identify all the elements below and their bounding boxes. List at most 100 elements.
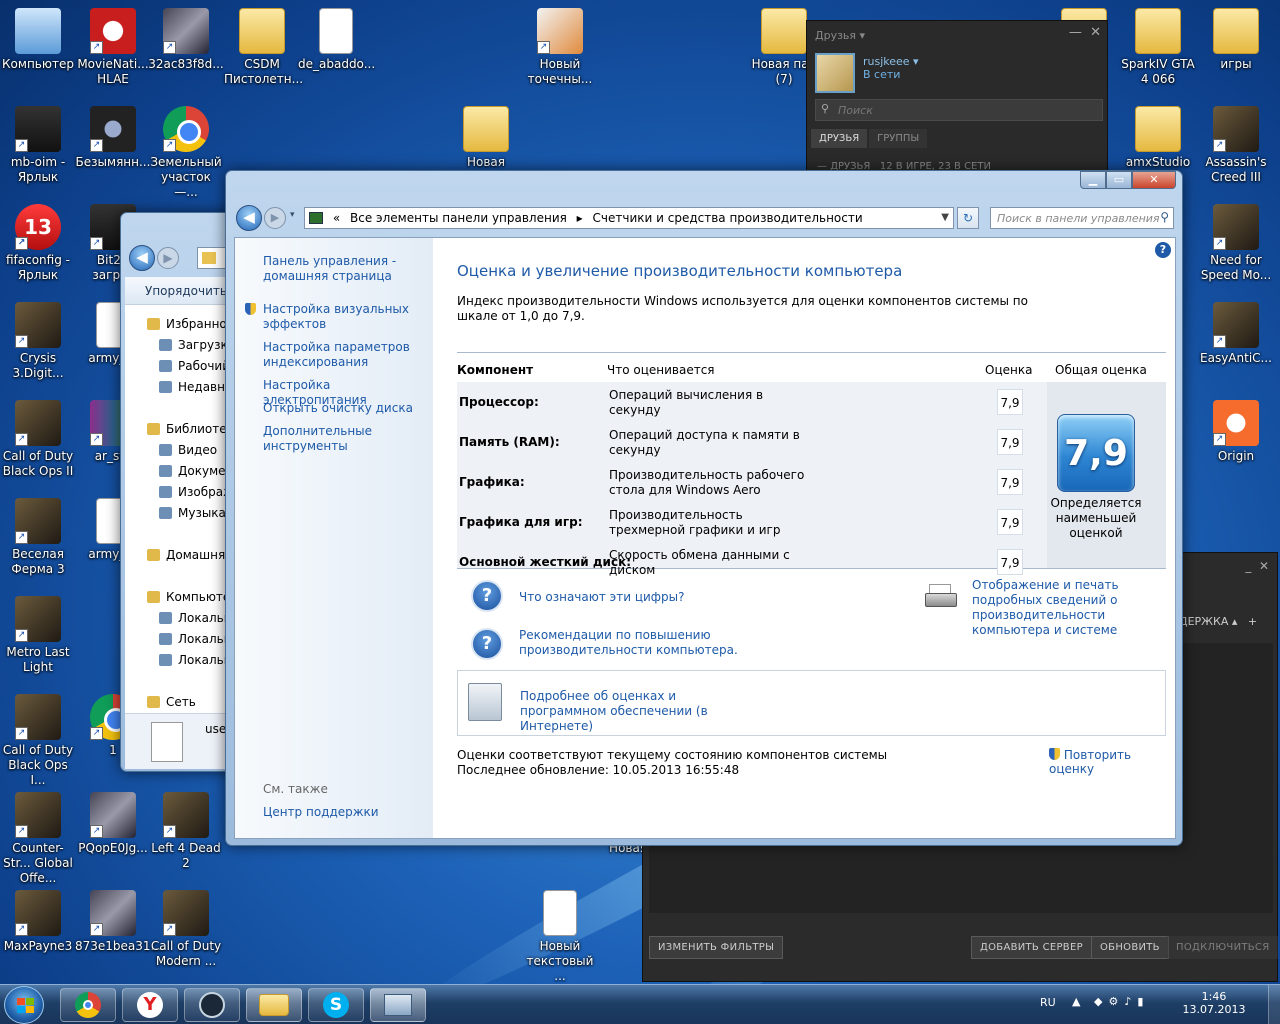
desktop-icon[interactable]: ↗ 873e1bea31... [75,888,162,954]
breadcrumb-1[interactable]: Все элементы панели управления [350,211,567,225]
clock[interactable]: 1:46 13.07.2013 [1176,990,1252,1016]
back-button[interactable]: ◀ [236,205,262,231]
nav-item[interactable]: Компьюте [147,590,230,604]
refresh-button[interactable]: ОБНОВИТЬ [1091,936,1169,959]
show-hidden-icons[interactable]: ▲ [1072,995,1080,1008]
desktop-icon[interactable]: ↗ Земельный участок —... [148,104,224,200]
desktop-icon[interactable]: ↗ Call of Duty Black Ops I... [0,692,76,788]
rerun-assessment[interactable]: Повторить оценку [1049,748,1175,776]
nav-item[interactable]: Локальн [159,611,232,625]
address-dropdown-icon[interactable]: ▼ [941,208,949,228]
forward-button[interactable]: ▶ [157,247,179,269]
desktop-icon[interactable]: ↗ PQopE0Jg... [75,790,151,856]
taskbar-control-panel[interactable] [370,988,426,1022]
friends-title[interactable]: Друзья ▾ [815,29,865,42]
desktop-icon[interactable]: Новый текстовый ... [522,888,598,984]
desktop-icon[interactable]: ↗ Need for Speed Mo... [1198,202,1274,283]
desktop-icon[interactable]: SparkIV GTA 4 066 [1120,6,1196,87]
desktop-icon[interactable]: de_abaddo... [298,6,375,72]
help-icon[interactable]: ? [1155,242,1171,258]
maximize-button[interactable]: ▭ [1106,171,1132,189]
desktop-icon[interactable]: 13 ↗ fifaconfig - Ярлык [0,202,76,283]
sidebar-link[interactable]: Дополнительные инструменты [263,424,413,454]
desktop-icon[interactable]: ↗ Assassin's Creed III [1198,104,1274,185]
sidebar-link[interactable]: Настройка параметров индексирования [263,340,413,370]
nav-item[interactable]: Домашняя [147,548,232,562]
search-input[interactable]: Поиск в панели управления ⚲ [990,207,1174,229]
desktop-icon[interactable]: ↗ Новый точечны... [522,6,598,87]
nav-item[interactable]: Изображ [159,485,234,499]
address-bar[interactable]: « Все элементы панели управления ▸ Счетч… [304,207,954,229]
desktop-icon[interactable]: Компьютер [0,6,76,72]
friends-search[interactable]: ⚲ Поиск [815,99,1103,121]
forward-button[interactable]: ▶ [264,207,286,229]
minimize-button[interactable]: ▁ [1080,171,1106,189]
history-dropdown[interactable]: ▾ [290,210,295,220]
close-button[interactable]: ✕ [1132,171,1176,189]
desktop-icon[interactable]: ↗ Counter-Str... Global Offe... [0,790,76,886]
tab-friends[interactable]: ДРУЗЬЯ [811,129,868,148]
tab-groups[interactable]: ГРУППЫ [869,129,928,148]
language-indicator[interactable]: RU [1040,996,1056,1009]
breadcrumb-2[interactable]: Счетчики и средства производительности [593,211,863,225]
sidebar-link[interactable]: Настройка визуальных эффектов [263,302,413,332]
desktop-icon[interactable]: ↗ Metro Last Light [0,594,76,675]
search-icon: ⚲ [1160,210,1169,224]
nav-item[interactable]: Музыка [159,506,226,520]
nav-item[interactable]: Избранное [147,317,234,331]
nav-item[interactable]: Рабочий [159,359,230,373]
sidebar-home-link[interactable]: Панель управления - домашняя страница [263,254,423,284]
taskbar-yandex[interactable]: Y [122,988,178,1022]
desktop-icon[interactable]: ↗ Origin [1198,398,1274,464]
username[interactable]: rusjkeee ▾ [863,55,919,68]
avatar[interactable] [815,53,855,93]
connect-button[interactable]: ПОДКЛЮЧИТЬСЯ [1167,936,1279,959]
nav-item[interactable]: Докумен [159,464,233,478]
desktop-icon[interactable]: ↗ Left 4 Dead 2 [148,790,224,871]
desktop-icon[interactable]: ↗ MovieNati... HLAE [75,6,151,87]
nav-item[interactable]: Локальн [159,632,232,646]
what-numbers-mean-link[interactable]: Что означают эти цифры? [519,590,685,604]
nav-item-icon [147,423,160,435]
desktop-icon[interactable]: ↗ Call of Duty Black Ops II [0,398,76,479]
close-icon[interactable]: — ✕ [1069,25,1101,40]
taskbar-skype[interactable]: S [308,988,364,1022]
refresh-icon[interactable]: ↻ [957,207,979,229]
print-details-link[interactable]: Отображение и печать подробных сведений … [972,578,1172,638]
desktop-icon[interactable]: ↗ 32ac83f8d... [148,6,224,72]
sidebar-link[interactable]: Открыть очистку диска [263,401,413,416]
desktop-icon[interactable]: ↗ EasyAntiC... [1198,300,1274,366]
nav-item[interactable]: Библиотек [147,422,234,436]
show-desktop-button[interactable] [1268,985,1280,1024]
taskbar-steam[interactable] [184,988,240,1022]
desktop-icon[interactable]: игры [1198,6,1274,72]
window-controls[interactable]: _ ✕ [1245,559,1269,573]
start-button[interactable] [4,986,44,1024]
more-info-link[interactable]: Подробнее об оценках и программном обесп… [520,689,760,734]
desktop-icon[interactable]: ↗ Веселая Ферма 3 [0,496,76,577]
tab-support[interactable]: ДЕРЖКА ▴ + [1179,615,1257,628]
desktop-icon[interactable]: ↗ Call of Duty Modern ... [148,888,224,969]
nav-item-icon [159,486,172,498]
support-center-link[interactable]: Центр поддержки [263,805,379,819]
desktop-icon[interactable]: ↗ Crysis 3.Digit... [0,300,76,381]
organize-button[interactable]: Упорядочить [145,284,227,298]
filters-button[interactable]: ИЗМЕНИТЬ ФИЛЬТРЫ [649,936,784,959]
nav-item[interactable]: Сеть [147,695,196,709]
add-server-button[interactable]: ДОБАВИТЬ СЕРВЕР [971,936,1092,959]
desktop-icon[interactable]: amxStudio [1120,104,1196,170]
back-button[interactable]: ◀ [129,245,155,271]
tray-icons[interactable]: ◆⚙♪▮ [1094,995,1170,1008]
game-icon: ↗ [1213,204,1259,250]
desktop-icon[interactable]: CSDM Пистолетн... [224,6,303,87]
nav-item[interactable]: Недавни [159,380,233,394]
desktop-icon[interactable]: ↗ mb-oim - Ярлык [0,104,76,185]
recommendations-link[interactable]: Рекомендации по повышению производительн… [519,628,739,658]
taskbar-chrome[interactable] [60,988,116,1022]
taskbar-explorer[interactable] [246,988,302,1022]
nav-item[interactable]: Локальн [159,653,232,667]
desktop-icon[interactable]: ↗ MaxPayne3 [0,888,76,954]
nav-item[interactable]: Видео [159,443,217,457]
status-updated: Последнее обновление: 10.05.2013 16:55:4… [457,763,740,777]
desktop-icon[interactable]: ↗ Безымянн... [75,104,151,170]
